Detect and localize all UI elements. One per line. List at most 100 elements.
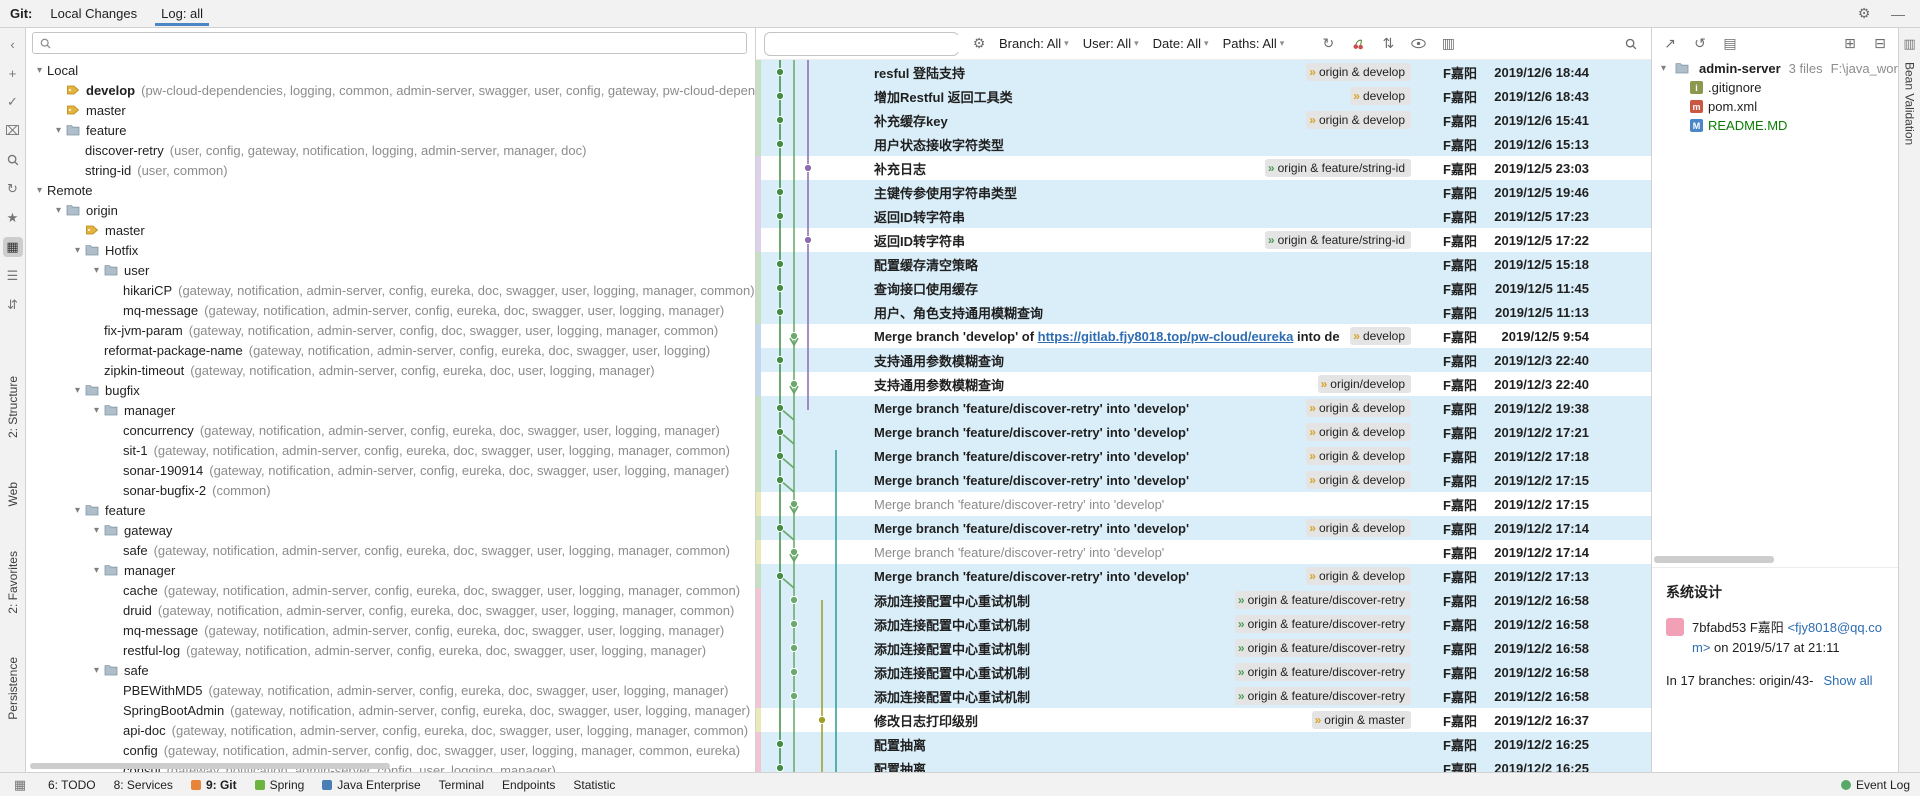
git-log-panel-icon[interactable]: ▦ bbox=[3, 237, 23, 257]
gear-icon[interactable]: ⚙ bbox=[1854, 4, 1874, 24]
branch-tree-item-sonar-bugfix-2[interactable]: sonar-bugfix-2(common) bbox=[26, 480, 755, 500]
branch-tree-item-local[interactable]: ▾Local bbox=[26, 60, 755, 80]
branch-tree-item-sonar-190914[interactable]: sonar-190914(gateway, notification, admi… bbox=[26, 460, 755, 480]
branch-tree-item-api-doc[interactable]: api-doc(gateway, notification, admin-ser… bbox=[26, 720, 755, 740]
chevron-down-icon[interactable]: ▾ bbox=[70, 505, 85, 516]
preview-icon[interactable] bbox=[1408, 34, 1428, 54]
filter-paths[interactable]: Paths: All▾ bbox=[1223, 36, 1285, 51]
chevron-down-icon[interactable]: ▾ bbox=[89, 265, 104, 276]
branch-tree-item-remote[interactable]: ▾Remote bbox=[26, 180, 755, 200]
add-branch-icon[interactable]: + bbox=[3, 63, 23, 83]
status-tab-statistic[interactable]: Statistic bbox=[573, 778, 615, 792]
commit-row[interactable]: Merge branch 'feature/discover-retry' in… bbox=[756, 444, 1651, 468]
delete-branch-icon[interactable]: ⌧ bbox=[3, 121, 23, 141]
commit-row[interactable]: 查询接口使用缓存F嘉阳2019/12/5 11:45 bbox=[756, 276, 1651, 300]
branch-label[interactable]: »origin & feature/discover-retry bbox=[1235, 687, 1411, 705]
filter-branch[interactable]: Branch: All▾ bbox=[999, 36, 1069, 51]
chevron-down-icon[interactable]: ▾ bbox=[89, 525, 104, 536]
checkout-icon[interactable]: ✓ bbox=[3, 92, 23, 112]
branch-tree-item-pbewithmd5[interactable]: PBEWithMD5(gateway, notification, admin-… bbox=[26, 680, 755, 700]
branch-tree-item-master[interactable]: master bbox=[26, 100, 755, 120]
chevron-down-icon[interactable]: ▾ bbox=[1656, 63, 1671, 74]
columns-icon[interactable]: ▥ bbox=[1438, 34, 1458, 54]
branch-tree-item-origin[interactable]: ▾origin bbox=[26, 200, 755, 220]
chevron-down-icon[interactable]: ▾ bbox=[51, 205, 66, 216]
group-by-icon[interactable]: ▤ bbox=[1720, 33, 1740, 53]
commit-row[interactable]: 用户状态接收字符类型F嘉阳2019/12/6 15:13 bbox=[756, 132, 1651, 156]
status-tab-terminal[interactable]: Terminal bbox=[439, 778, 484, 792]
branch-label[interactable]: »origin & develop bbox=[1306, 111, 1411, 129]
status-event-log[interactable]: Event Log bbox=[1841, 778, 1910, 792]
branch-tree-item-sit-1[interactable]: sit-1(gateway, notification, admin-serve… bbox=[26, 440, 755, 460]
commit-row[interactable]: 配置抽离F嘉阳2019/12/2 16:25 bbox=[756, 756, 1651, 772]
commit-row[interactable]: 修改日志打印级别»origin & masterF嘉阳2019/12/2 16:… bbox=[756, 708, 1651, 732]
cherry-pick-icon[interactable] bbox=[1348, 34, 1368, 54]
branch-tree-item-user[interactable]: ▾user bbox=[26, 260, 755, 280]
branch-tree-item-config[interactable]: config(gateway, notification, admin-serv… bbox=[26, 740, 755, 760]
branch-label[interactable]: »origin & feature/string-id bbox=[1265, 159, 1411, 177]
commit-row[interactable]: 配置抽离F嘉阳2019/12/2 16:25 bbox=[756, 732, 1651, 756]
commit-row[interactable]: 支持通用参数模糊查询»origin/developF嘉阳2019/12/3 22… bbox=[756, 372, 1651, 396]
collapse-all-icon[interactable]: ⊟ bbox=[1870, 33, 1890, 53]
branch-label[interactable]: »origin & develop bbox=[1306, 471, 1411, 489]
changed-files-root[interactable]: ▾ admin-server 3 files F:\java_worksp bbox=[1652, 58, 1898, 78]
branch-label[interactable]: »origin & develop bbox=[1306, 63, 1411, 81]
branch-tree-item-restful-log[interactable]: restful-log(gateway, notification, admin… bbox=[26, 640, 755, 660]
status-tab-java-enterprise[interactable]: Java Enterprise bbox=[322, 778, 420, 792]
tool-window-tab-bean-validation[interactable]: Bean Validation bbox=[1903, 62, 1917, 145]
commit-row[interactable]: Merge branch 'feature/discover-retry' in… bbox=[756, 564, 1651, 588]
favorite-icon[interactable]: ★ bbox=[3, 208, 23, 228]
horizontal-scrollbar[interactable] bbox=[30, 763, 390, 769]
chevron-down-icon[interactable]: ▾ bbox=[51, 125, 66, 136]
rollback-icon[interactable]: ↺ bbox=[1690, 33, 1710, 53]
branch-tree-item-discover-retry[interactable]: discover-retry(user, config, gateway, no… bbox=[26, 140, 755, 160]
branch-tree-item-hotfix[interactable]: ▾Hotfix bbox=[26, 240, 755, 260]
status-tab-endpoints[interactable]: Endpoints bbox=[502, 778, 555, 792]
tab-log-all[interactable]: Log: all bbox=[149, 0, 215, 27]
branch-tree-item-develop[interactable]: develop(pw-cloud-dependencies, logging, … bbox=[26, 80, 755, 100]
commit-row[interactable]: 增加Restful 返回工具类»developF嘉阳2019/12/6 18:4… bbox=[756, 84, 1651, 108]
commit-row[interactable]: 添加连接配置中心重试机制»origin & feature/discover-r… bbox=[756, 684, 1651, 708]
chevron-down-icon[interactable]: ▾ bbox=[89, 405, 104, 416]
commit-row[interactable]: 补充缓存key»origin & developF嘉阳2019/12/6 15:… bbox=[756, 108, 1651, 132]
commit-row[interactable]: 返回ID转字符串F嘉阳2019/12/5 17:23 bbox=[756, 204, 1651, 228]
refresh-icon[interactable]: ↻ bbox=[1318, 34, 1338, 54]
chevron-down-icon[interactable]: ▾ bbox=[32, 185, 47, 196]
hide-panel-icon[interactable]: ‹ bbox=[3, 34, 23, 54]
branch-tree-item-cache[interactable]: cache(gateway, notification, admin-serve… bbox=[26, 580, 755, 600]
branch-label[interactable]: »origin & develop bbox=[1306, 519, 1411, 537]
tool-window-tab-2-favorites[interactable]: 2: Favorites bbox=[6, 551, 20, 614]
window-switcher-icon[interactable]: ▦ bbox=[10, 775, 30, 795]
chevron-down-icon[interactable]: ▾ bbox=[70, 245, 85, 256]
branch-tree-item-reformat-package-name[interactable]: reformat-package-name(gateway, notificat… bbox=[26, 340, 755, 360]
branch-label[interactable]: »origin & develop bbox=[1306, 423, 1411, 441]
commit-row[interactable]: Merge branch 'feature/discover-retry' in… bbox=[756, 420, 1651, 444]
filter-date[interactable]: Date: All▾ bbox=[1153, 36, 1209, 51]
commit-row[interactable]: 添加连接配置中心重试机制»origin & feature/discover-r… bbox=[756, 612, 1651, 636]
tab-local-changes[interactable]: Local Changes bbox=[38, 0, 149, 27]
branch-tree-item-mq-message[interactable]: mq-message(gateway, notification, admin-… bbox=[26, 620, 755, 640]
search-icon[interactable] bbox=[3, 150, 23, 170]
branch-tree-item-concurrency[interactable]: concurrency(gateway, notification, admin… bbox=[26, 420, 755, 440]
commit-row[interactable]: 添加连接配置中心重试机制»origin & feature/discover-r… bbox=[756, 660, 1651, 684]
branch-label[interactable]: »origin & develop bbox=[1306, 447, 1411, 465]
commit-message-link[interactable]: https://gitlab.fjy8018.top/pw-cloud/eure… bbox=[1038, 329, 1294, 344]
chevron-down-icon[interactable]: ▾ bbox=[89, 565, 104, 576]
chevron-down-icon[interactable]: ▾ bbox=[32, 65, 47, 76]
branch-tree-item-feature[interactable]: ▾feature bbox=[26, 120, 755, 140]
branch-tree-item-druid[interactable]: druid(gateway, notification, admin-serve… bbox=[26, 600, 755, 620]
commit-row[interactable]: 支持通用参数模糊查询F嘉阳2019/12/3 22:40 bbox=[756, 348, 1651, 372]
horizontal-scrollbar[interactable] bbox=[1654, 556, 1774, 563]
tool-window-tab-web[interactable]: Web bbox=[6, 482, 20, 506]
refresh-icon[interactable]: ↻ bbox=[3, 179, 23, 199]
branch-tree-item-safe[interactable]: safe(gateway, notification, admin-server… bbox=[26, 540, 755, 560]
commit-hash[interactable]: 7bfabd53 bbox=[1692, 620, 1746, 635]
branch-label[interactable]: »develop bbox=[1350, 327, 1411, 345]
filter-user[interactable]: User: All▾ bbox=[1083, 36, 1139, 51]
scroll-to-icon[interactable]: ⇵ bbox=[3, 295, 23, 315]
branch-tree-item-hikaricp[interactable]: hikariCP(gateway, notification, admin-se… bbox=[26, 280, 755, 300]
changed-file-readme-md[interactable]: MREADME.MD bbox=[1652, 116, 1898, 135]
commit-row[interactable]: Merge branch 'feature/discover-retry' in… bbox=[756, 396, 1651, 420]
branch-tree-item-string-id[interactable]: string-id(user, common) bbox=[26, 160, 755, 180]
branch-tree-item-safe[interactable]: ▾safe bbox=[26, 660, 755, 680]
